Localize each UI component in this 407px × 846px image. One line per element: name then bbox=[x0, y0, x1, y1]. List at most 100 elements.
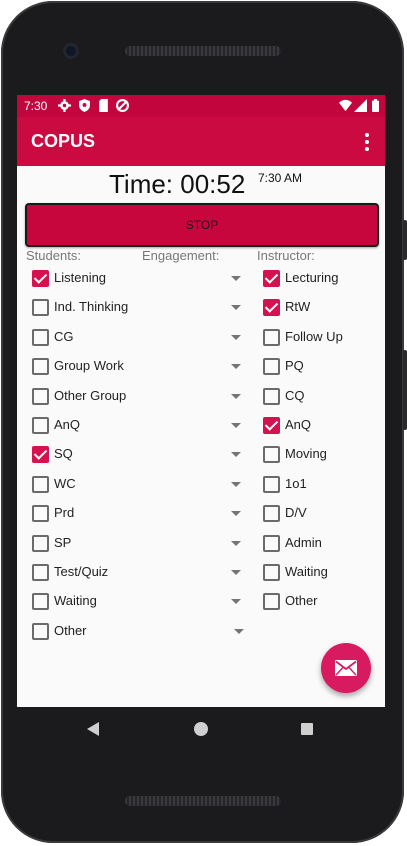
volume-button bbox=[403, 350, 407, 430]
student-checkbox[interactable] bbox=[32, 417, 49, 434]
student-label: AnQ bbox=[54, 417, 81, 432]
start-clock: 7:30 AM bbox=[258, 171, 303, 185]
instructor-row[interactable]: Waiting bbox=[263, 562, 373, 582]
student-label: WC bbox=[54, 476, 76, 491]
student-row[interactable]: AnQ bbox=[32, 415, 142, 435]
student-row[interactable]: SP bbox=[32, 533, 142, 553]
engagement-dropdown-icon[interactable] bbox=[231, 394, 241, 399]
stop-button[interactable]: STOP bbox=[25, 203, 379, 247]
signal-icon bbox=[354, 99, 367, 112]
instructor-row[interactable]: Admin bbox=[263, 533, 373, 553]
student-checkbox[interactable] bbox=[32, 623, 49, 640]
instructor-label: Moving bbox=[285, 446, 327, 461]
student-row[interactable]: Listening bbox=[32, 268, 142, 288]
student-label: Other bbox=[54, 623, 87, 638]
student-checkbox[interactable] bbox=[32, 270, 49, 287]
instructor-label: RtW bbox=[285, 299, 311, 314]
instructor-checkbox[interactable] bbox=[263, 564, 280, 581]
student-checkbox[interactable] bbox=[32, 299, 49, 316]
student-label: Waiting bbox=[54, 593, 97, 608]
instructor-row[interactable]: CQ bbox=[263, 386, 373, 406]
instructor-checkbox[interactable] bbox=[263, 388, 280, 405]
student-checkbox[interactable] bbox=[32, 358, 49, 375]
student-label: Ind. Thinking bbox=[54, 299, 129, 314]
instructor-checkbox[interactable] bbox=[263, 505, 280, 522]
elapsed-timer: Time: 00:52 bbox=[109, 169, 246, 199]
student-row[interactable]: Test/Quiz bbox=[32, 562, 142, 582]
power-button bbox=[403, 220, 407, 260]
engagement-dropdown-icon[interactable] bbox=[231, 305, 241, 310]
instructor-label: D/V bbox=[285, 505, 307, 520]
student-checkbox[interactable] bbox=[32, 505, 49, 522]
student-row[interactable]: WC bbox=[32, 474, 142, 494]
engagement-dropdown-icon[interactable] bbox=[231, 452, 241, 457]
engagement-dropdown-icon[interactable] bbox=[231, 570, 241, 575]
student-checkbox[interactable] bbox=[32, 564, 49, 581]
instructor-row[interactable]: Lecturing bbox=[263, 268, 373, 288]
instructor-label: Follow Up bbox=[285, 329, 343, 344]
app-title: COPUS bbox=[31, 131, 96, 151]
recents-icon[interactable] bbox=[301, 723, 313, 735]
settings-icon bbox=[58, 99, 71, 112]
instructor-checkbox[interactable] bbox=[263, 593, 280, 610]
instructor-row[interactable]: RtW bbox=[263, 297, 373, 317]
student-row[interactable]: Ind. Thinking bbox=[32, 297, 142, 317]
instructor-checkbox[interactable] bbox=[263, 358, 280, 375]
instructor-checkbox[interactable] bbox=[263, 417, 280, 434]
instructor-row[interactable]: AnQ bbox=[263, 415, 373, 435]
front-camera bbox=[63, 43, 79, 59]
instructor-row[interactable]: PQ bbox=[263, 356, 373, 376]
instructor-label: CQ bbox=[285, 388, 305, 403]
student-checkbox[interactable] bbox=[32, 593, 49, 610]
instructor-checkbox[interactable] bbox=[263, 446, 280, 463]
instructor-row[interactable]: 1o1 bbox=[263, 474, 373, 494]
student-row[interactable]: Other Group bbox=[32, 386, 142, 406]
shield-icon bbox=[79, 99, 90, 112]
instructor-row[interactable]: Follow Up bbox=[263, 327, 373, 347]
back-icon[interactable] bbox=[87, 722, 99, 736]
engagement-dropdown-icon[interactable] bbox=[231, 276, 241, 281]
instructor-checkbox[interactable] bbox=[263, 329, 280, 346]
instructor-label: Other bbox=[285, 593, 318, 608]
student-row[interactable]: Group Work bbox=[32, 356, 142, 376]
student-checkbox[interactable] bbox=[32, 329, 49, 346]
engagement-dropdown-icon[interactable] bbox=[231, 423, 241, 428]
student-label: SP bbox=[54, 535, 72, 550]
instructor-label: PQ bbox=[285, 358, 304, 373]
engagement-dropdown-icon[interactable] bbox=[231, 599, 241, 604]
instructor-label: AnQ bbox=[285, 417, 312, 432]
engagement-dropdown-icon[interactable] bbox=[231, 541, 241, 546]
student-row[interactable]: Waiting bbox=[32, 591, 142, 611]
student-label: Prd bbox=[54, 505, 75, 520]
email-fab[interactable] bbox=[321, 643, 371, 693]
app-screen: 7:30 COPUS Time: 00:52 7:30 AM STOP Stud… bbox=[17, 95, 385, 707]
instructor-checkbox[interactable] bbox=[263, 476, 280, 493]
student-checkbox[interactable] bbox=[32, 388, 49, 405]
student-label: Group Work bbox=[54, 358, 124, 373]
engagement-dropdown-icon[interactable] bbox=[231, 364, 241, 369]
student-checkbox[interactable] bbox=[32, 446, 49, 463]
engagement-dropdown-icon[interactable] bbox=[231, 511, 241, 516]
overflow-menu-icon[interactable] bbox=[365, 133, 369, 151]
engagement-dropdown-icon[interactable] bbox=[231, 482, 241, 487]
instructor-row[interactable]: Moving bbox=[263, 444, 373, 464]
status-bar: 7:30 bbox=[17, 95, 385, 117]
student-row[interactable]: Other bbox=[32, 621, 142, 641]
engagement-dropdown-icon[interactable] bbox=[231, 335, 241, 340]
engagement-dropdown-icon[interactable] bbox=[234, 629, 244, 634]
top-speaker bbox=[125, 46, 281, 56]
instructor-row[interactable]: D/V bbox=[263, 503, 373, 523]
sd-card-icon bbox=[99, 99, 108, 112]
instructor-checkbox[interactable] bbox=[263, 535, 280, 552]
student-row[interactable]: CG bbox=[32, 327, 142, 347]
student-checkbox[interactable] bbox=[32, 535, 49, 552]
student-checkbox[interactable] bbox=[32, 476, 49, 493]
student-label: Test/Quiz bbox=[54, 564, 109, 579]
instructor-checkbox[interactable] bbox=[263, 270, 280, 287]
home-icon[interactable] bbox=[194, 722, 208, 736]
student-label: SQ bbox=[54, 446, 73, 461]
student-row[interactable]: Prd bbox=[32, 503, 142, 523]
instructor-checkbox[interactable] bbox=[263, 299, 280, 316]
student-row[interactable]: SQ bbox=[32, 444, 142, 464]
instructor-row[interactable]: Other bbox=[263, 591, 373, 611]
